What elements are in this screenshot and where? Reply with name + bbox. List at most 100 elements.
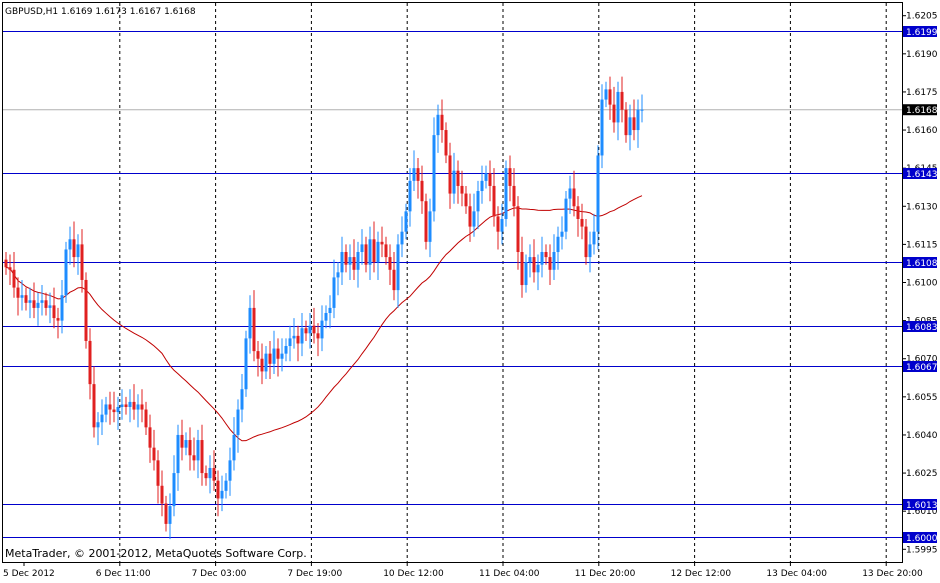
candle-body: [280, 353, 284, 359]
candle-body: [156, 460, 160, 486]
y-tick-label: 1.6175: [906, 88, 938, 98]
candle-body: [400, 231, 404, 245]
candle-body: [316, 333, 320, 339]
candle-body: [536, 264, 540, 273]
candle-body: [80, 244, 84, 280]
candle-body: [68, 239, 72, 250]
candle-body: [492, 185, 496, 217]
candle-body: [136, 404, 140, 410]
candle-body: [596, 155, 600, 232]
candle-body: [392, 269, 396, 291]
candle-body: [140, 404, 144, 410]
candle-body: [556, 236, 560, 253]
y-tick-label: 1.6040: [906, 431, 938, 441]
watermark: MetaTrader, © 2001-2012, MetaQuotes Soft…: [5, 547, 307, 560]
candle-body: [564, 198, 568, 232]
candle-body: [600, 99, 604, 156]
x-tick-label: 7 Dec 03:00: [192, 569, 247, 579]
candle-body: [604, 89, 608, 100]
candle-body: [208, 467, 212, 479]
candle-body: [528, 257, 532, 263]
candle-body: [48, 305, 52, 308]
candle-body: [312, 325, 316, 334]
candle-body: [544, 252, 548, 258]
candle-body: [132, 401, 136, 410]
candle-body: [96, 422, 100, 428]
candle-body: [124, 404, 128, 408]
y-axis: 1.62051.61901.61751.61601.61451.61301.61…: [902, 12, 938, 555]
level-label: 1.6083: [906, 323, 938, 333]
candle-body: [268, 353, 272, 364]
y-tick-label: 1.5995: [906, 545, 938, 555]
candle-body: [552, 252, 556, 270]
candle-body: [376, 241, 380, 263]
candle-body: [540, 252, 544, 265]
current-price-label: 1.6168: [906, 106, 938, 116]
candle-body: [428, 211, 432, 242]
candle-body: [588, 244, 592, 258]
candle-body: [324, 312, 328, 321]
y-tick-label: 1.6205: [906, 12, 938, 22]
candle-body: [520, 252, 524, 286]
candle-body: [548, 257, 552, 270]
candle-body: [620, 91, 624, 110]
candle-body: [372, 239, 376, 263]
candle-body: [116, 407, 120, 413]
symbol-header: GBPUSD,H1 1.6169 1.6173 1.6167 1.6168: [5, 7, 196, 17]
level-label: 1.6199: [906, 28, 938, 38]
price-chart[interactable]: 1.62051.61901.61751.61601.61451.61301.61…: [0, 0, 940, 579]
level-label: 1.6143: [906, 170, 938, 180]
candle-body: [488, 173, 492, 186]
candle-body: [52, 305, 56, 319]
candle-body: [224, 480, 228, 491]
candle-body: [444, 130, 448, 156]
candle-body: [584, 226, 588, 258]
candle-body: [108, 404, 112, 410]
candle-body: [160, 485, 164, 504]
candle-body: [72, 239, 76, 258]
candle-body: [396, 244, 400, 291]
candle-body: [176, 434, 180, 474]
candle-body: [448, 155, 452, 194]
candle-body: [88, 340, 92, 385]
candle-body: [56, 318, 60, 321]
level-label: 1.6067: [906, 363, 938, 373]
candle-body: [60, 295, 64, 321]
x-tick-label: 6 Dec 11:00: [96, 569, 151, 579]
candle-body: [20, 295, 24, 298]
candle-body: [16, 287, 20, 298]
candle-body: [288, 338, 292, 347]
candle-body: [200, 440, 204, 474]
candle-body: [292, 335, 296, 339]
candle-body: [240, 389, 244, 410]
chart-svg[interactable]: 1.62051.61901.61751.61601.61451.61301.61…: [0, 0, 940, 579]
candle-body: [480, 180, 484, 192]
candle-body: [256, 351, 260, 359]
candle-body: [92, 384, 96, 428]
candle-body: [320, 320, 324, 339]
candle-body: [580, 218, 584, 227]
candle-body: [76, 244, 80, 258]
level-label: 1.6013: [906, 501, 938, 511]
candle-body: [464, 193, 468, 207]
candle-body: [32, 300, 36, 308]
candle-body: [452, 170, 456, 194]
x-tick-label: 5 Dec 2012: [3, 569, 55, 579]
candle-body: [632, 117, 636, 131]
candle-body: [304, 328, 308, 334]
y-tick-label: 1.6130: [906, 202, 938, 212]
candle-body: [496, 216, 500, 232]
candle-body: [284, 346, 288, 354]
candle-body: [276, 348, 280, 359]
candle-body: [624, 109, 628, 136]
candle-body: [380, 241, 384, 245]
candle-body: [504, 168, 508, 219]
candle-body: [264, 353, 268, 372]
candle-body: [472, 211, 476, 227]
candle-body: [244, 338, 248, 390]
candle-body: [172, 473, 176, 507]
candle-body: [512, 185, 516, 207]
candle-body: [196, 440, 200, 461]
candle-body: [84, 279, 88, 341]
candle-body: [204, 473, 208, 479]
